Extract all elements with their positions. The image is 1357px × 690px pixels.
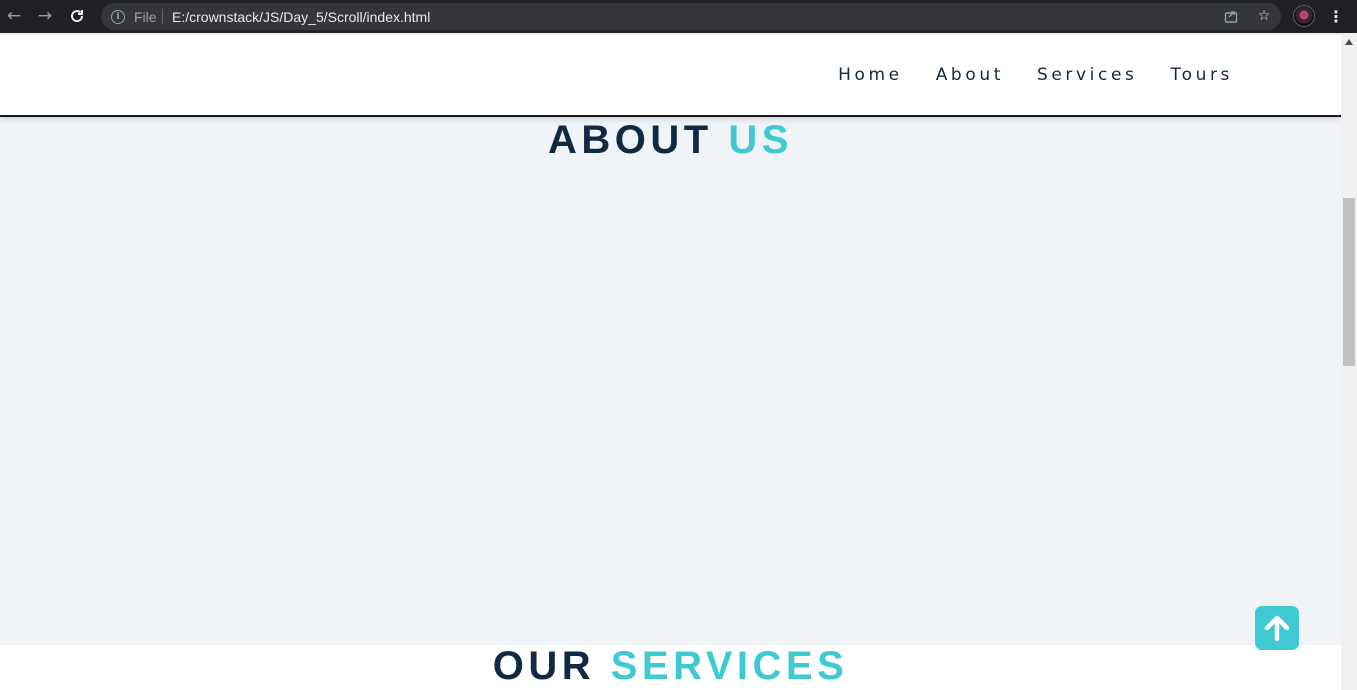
nav-link-home[interactable]: Home: [838, 65, 903, 85]
forward-button[interactable]: →: [34, 5, 56, 27]
reload-icon: [71, 10, 84, 23]
scheme-label: File: [134, 9, 157, 25]
browser-toolbar: ← → i File E:/crownstack/JS/Day_5/Scroll…: [0, 0, 1357, 33]
scrollbar-thumb[interactable]: [1343, 198, 1355, 366]
more-vert-icon: ⋮: [1328, 6, 1344, 26]
url-text[interactable]: E:/crownstack/JS/Day_5/Scroll/index.html: [172, 9, 430, 25]
nav-link-services[interactable]: Services: [1037, 65, 1138, 85]
about-title: ABOUT US: [0, 120, 1341, 160]
star-icon: ☆: [1257, 8, 1271, 24]
share-button[interactable]: [1222, 7, 1240, 25]
site-navbar: Home About Services Tours: [0, 35, 1341, 117]
arrow-up-icon: [1264, 615, 1290, 642]
page-viewport: Home About Services Tours ABOUT US OUR S…: [0, 33, 1341, 690]
share-icon: [1224, 11, 1238, 23]
nav-link-tours[interactable]: Tours: [1170, 65, 1233, 85]
info-icon[interactable]: i: [111, 10, 125, 24]
nav-links: Home About Services Tours: [838, 65, 1233, 85]
scroll-to-top-button[interactable]: [1255, 606, 1299, 650]
services-title-main: OUR: [492, 644, 596, 688]
profile-avatar[interactable]: [1293, 5, 1315, 27]
caret-up-icon: [1345, 38, 1353, 45]
address-bar[interactable]: i File E:/crownstack/JS/Day_5/Scroll/ind…: [101, 3, 1281, 30]
reload-button[interactable]: [66, 5, 88, 27]
services-title: OUR SERVICES: [0, 646, 1341, 686]
arrow-right-icon: →: [37, 6, 53, 26]
page-scrollbar[interactable]: [1341, 33, 1357, 690]
bookmark-button[interactable]: ☆: [1255, 7, 1273, 25]
arrow-left-icon: ←: [6, 6, 22, 26]
back-button[interactable]: ←: [3, 5, 25, 27]
divider: [162, 9, 163, 24]
scroll-up-arrow[interactable]: [1341, 33, 1357, 50]
services-title-accent: SERVICES: [610, 644, 849, 688]
about-title-accent: US: [728, 118, 793, 162]
about-title-main: ABOUT: [548, 118, 713, 162]
nav-link-about[interactable]: About: [936, 65, 1004, 85]
browser-menu-button[interactable]: ⋮: [1326, 6, 1346, 26]
